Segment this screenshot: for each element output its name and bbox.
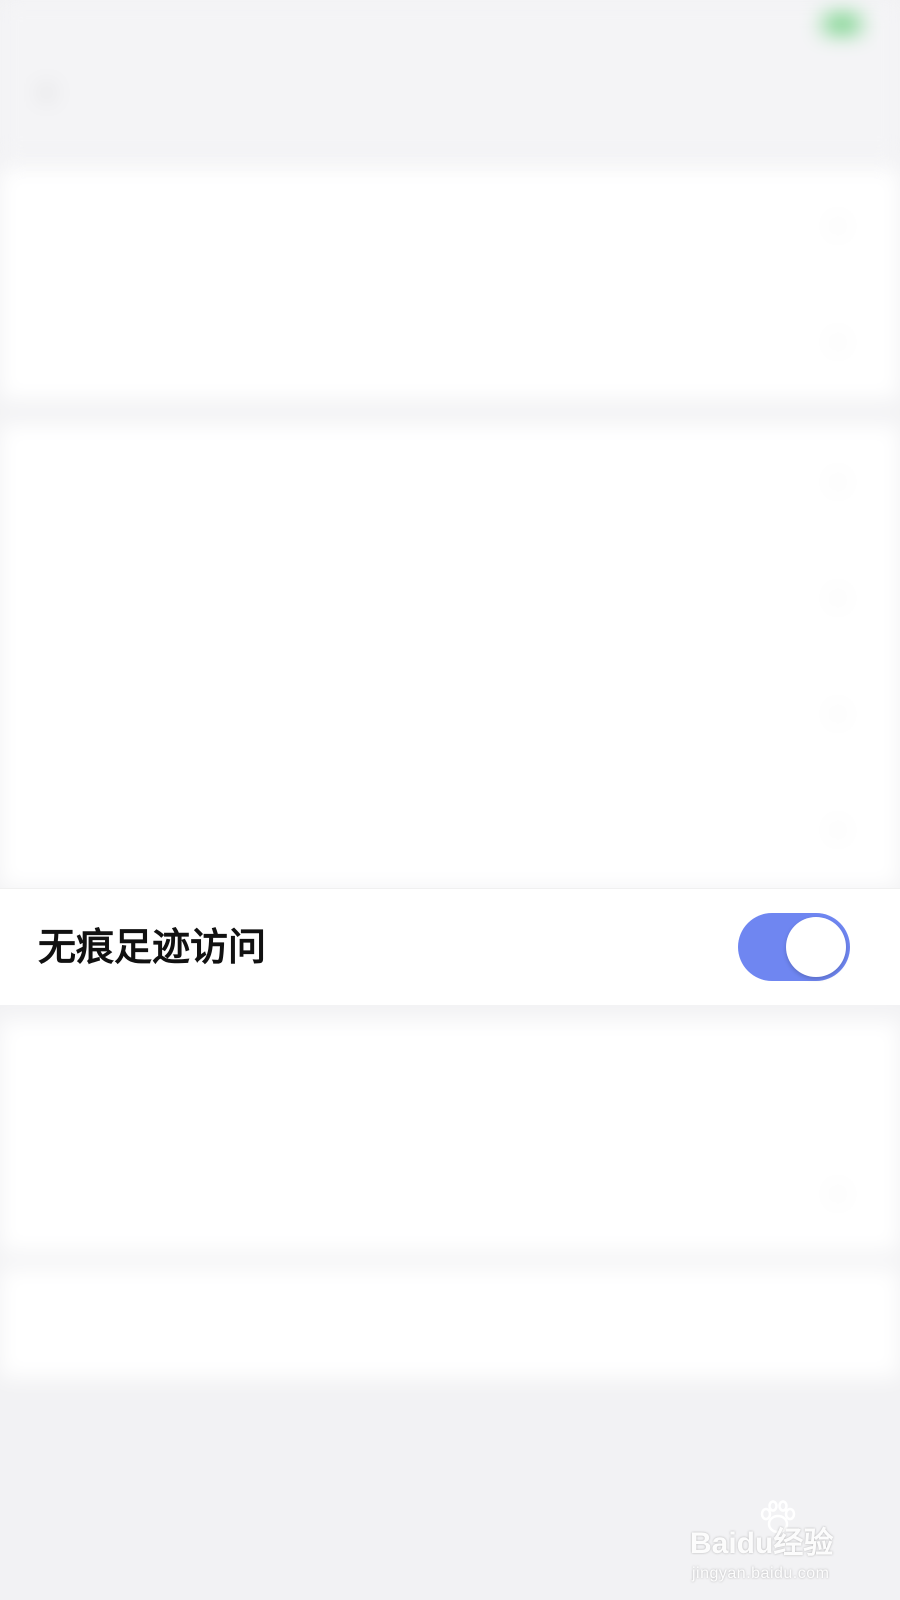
settings-row[interactable]: › [0,284,900,400]
battery-icon [824,15,860,32]
settings-group-1: › › [0,168,900,400]
logout-label [372,1300,528,1346]
settings-group-2: › › › › [0,424,900,888]
back-arrow-icon[interactable]: ‹ [40,75,62,107]
settings-row[interactable]: › [0,168,900,284]
watermark-url: jingyan.baidu.com [692,1565,830,1582]
chevron-right-icon: › [832,208,844,243]
watermark-brand: Baidu经验 [690,1527,834,1560]
chevron-right-icon: › [832,324,844,359]
settings-group-3: › [0,1020,900,1252]
chevron-right-icon: › [832,464,844,499]
chevron-right-icon: › [832,696,844,731]
settings-row[interactable]: › [0,540,900,656]
toggle-knob [786,917,846,977]
logout-button[interactable] [0,1268,900,1378]
incognito-visit-label: 无痕足迹访问 [38,925,267,969]
status-battery-area [816,14,860,32]
baidu-jingyan-watermark: Baidu经验 jingyan.baidu.com [690,1500,870,1586]
settings-row-incognito-visit: 无痕足迹访问 [0,888,900,1005]
incognito-visit-toggle[interactable] [738,913,850,981]
settings-row[interactable]: › [0,424,900,540]
navigation-bar: ‹ [0,48,900,158]
blurred-background: ‹ › › › › › › › [0,0,900,1600]
chevron-right-icon: › [832,812,844,847]
settings-row[interactable]: › [0,656,900,772]
settings-row[interactable]: › [0,772,900,888]
settings-row[interactable]: › [0,1136,900,1252]
chevron-right-icon: › [832,1176,844,1211]
chevron-right-icon: › [832,580,844,615]
page-title [405,72,495,112]
status-bar [0,0,900,48]
settings-row[interactable] [0,1020,900,1136]
